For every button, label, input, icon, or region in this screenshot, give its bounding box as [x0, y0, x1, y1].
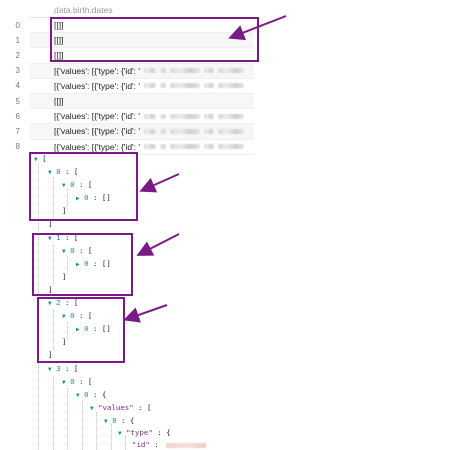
arrow-icon	[139, 173, 180, 193]
arrow-icon	[136, 233, 180, 256]
arrow-icon	[228, 15, 287, 41]
arrow-icon	[123, 304, 168, 323]
annotation-arrows	[123, 15, 287, 323]
